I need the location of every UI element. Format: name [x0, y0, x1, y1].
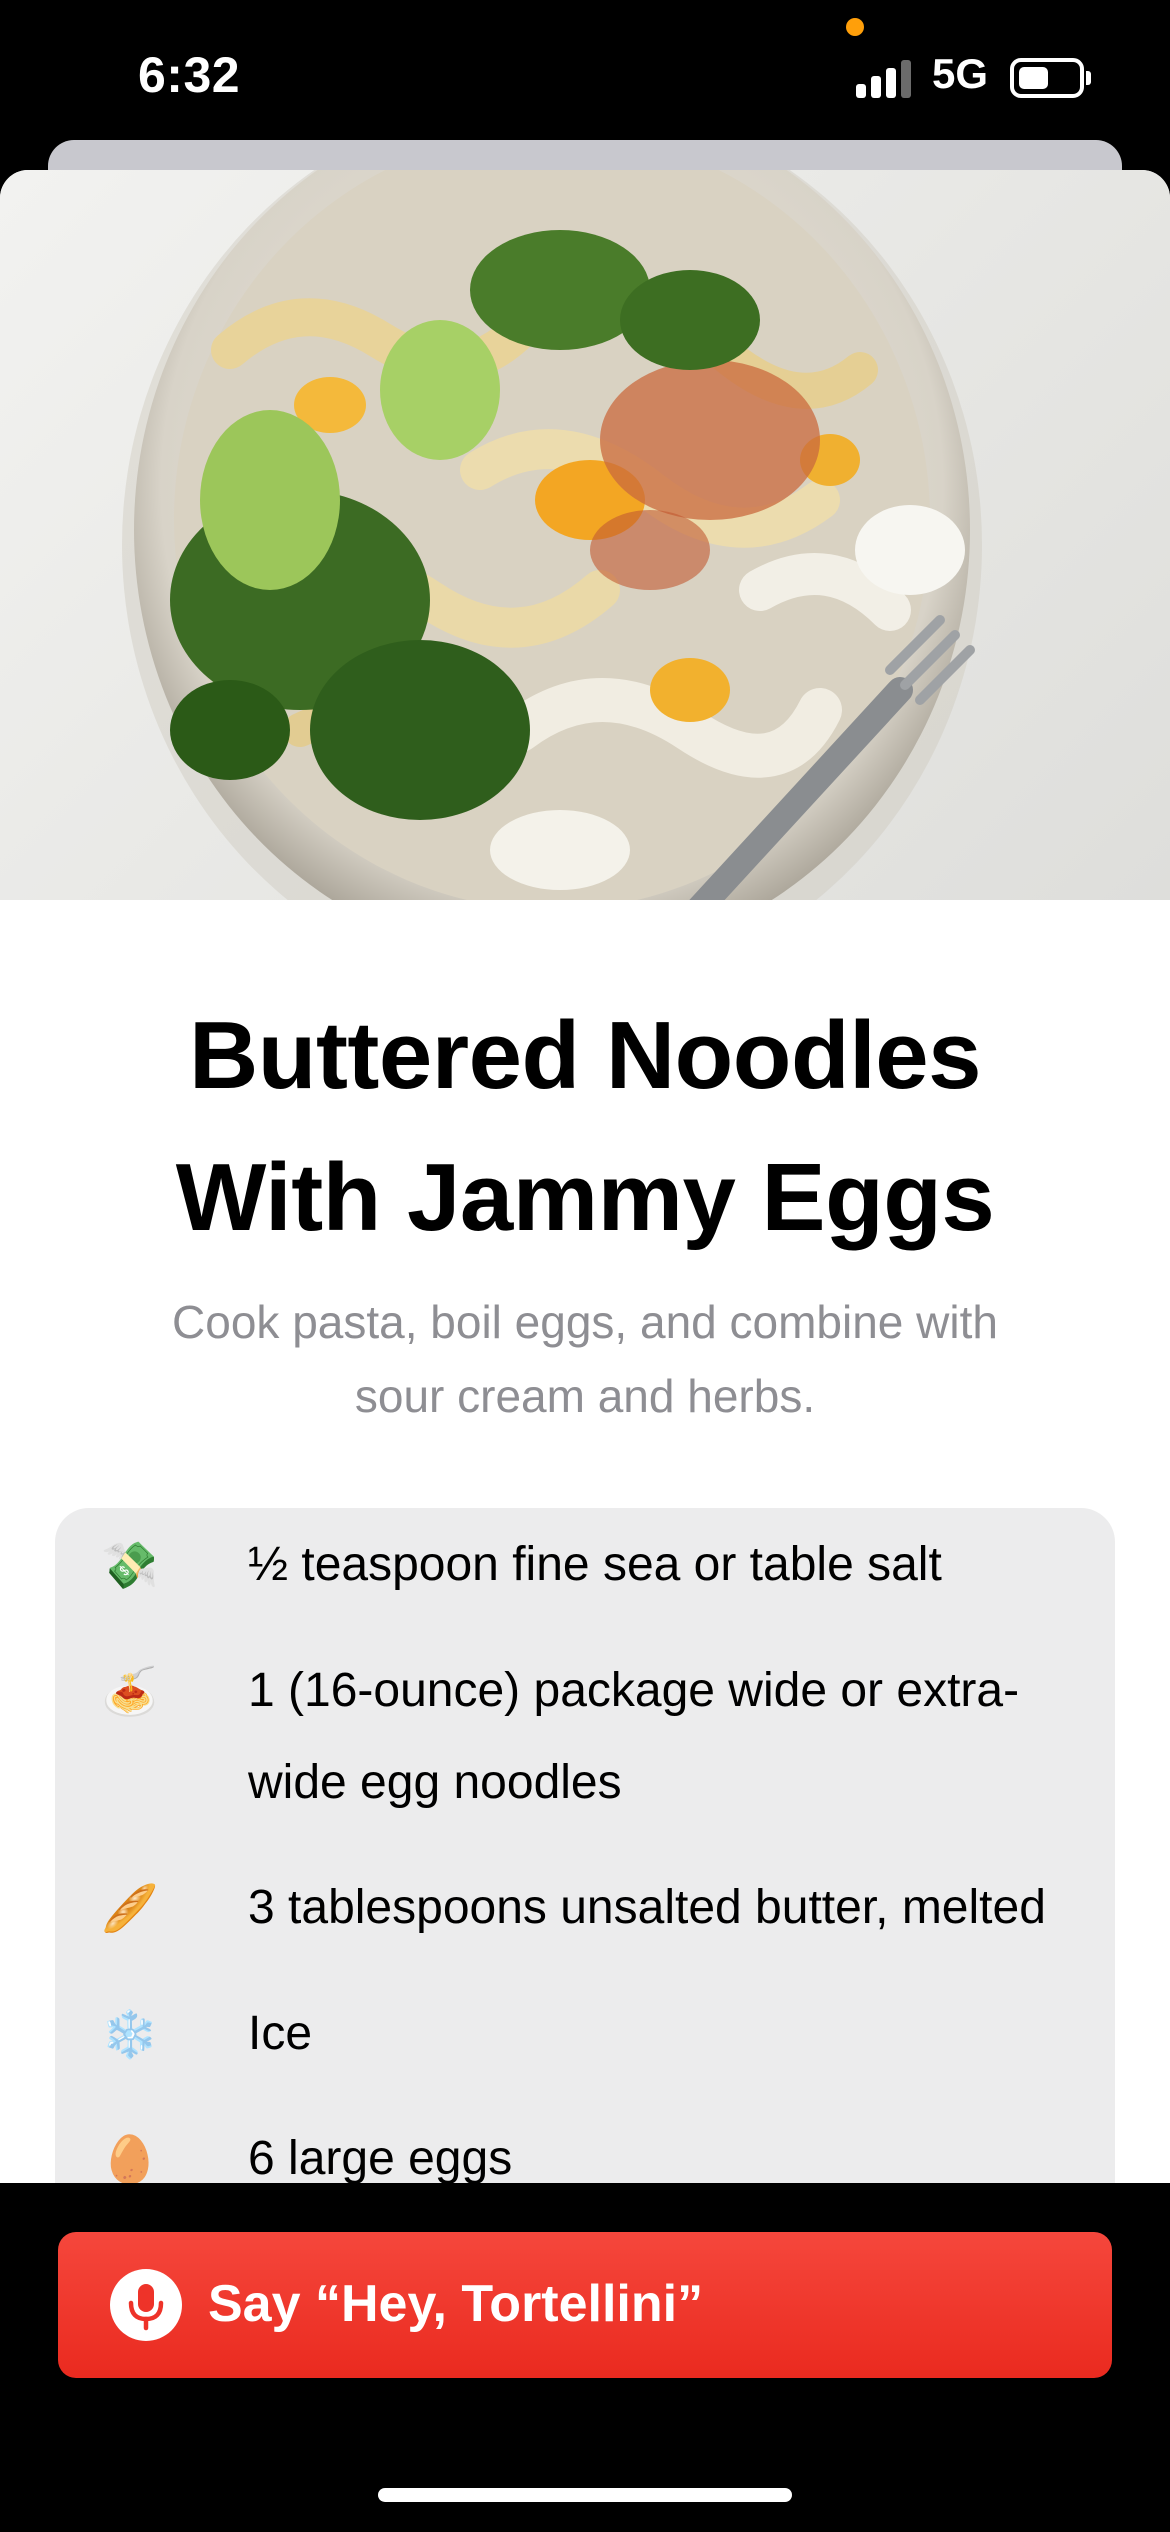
recipe-title: Buttered Noodles With Jammy Eggs: [60, 985, 1110, 1269]
recipe-description-line: sour cream and herbs.: [354, 1370, 816, 1422]
snowflake-icon: ❄️: [101, 2007, 159, 2061]
microphone-icon: [110, 2269, 182, 2341]
voice-command-label: Say “Hey, Tortellini”: [208, 2275, 704, 2333]
ingredient-item: 🍝 1 (16-ounce) package wide or extra- wi…: [100, 1645, 1090, 1835]
recipe-description-line: Cook pasta, boil eggs, and combine with: [172, 1296, 998, 1348]
home-indicator[interactable]: [378, 2488, 792, 2502]
ingredient-text: 3 tablespoons unsalted butter, melted: [248, 1881, 1046, 1934]
ingredient-text: 1 (16-ounce) package wide or extra- wide…: [248, 1645, 1108, 1829]
egg-icon: 🥚: [101, 2132, 159, 2186]
spaghetti-icon: 🍝: [101, 1664, 159, 1718]
ingredient-text: ½ teaspoon fine sea or table salt: [248, 1538, 942, 1591]
ingredient-text-line: 1 (16-ounce) package wide or extra-: [248, 1664, 1020, 1717]
money-with-wings-icon: 💸: [101, 1538, 159, 1592]
cellular-signal-icon: [856, 58, 912, 98]
status-bar: 6:32 5G: [0, 0, 1170, 150]
ingredient-text-line: wide egg noodles: [248, 1756, 622, 1809]
battery-icon: [1010, 58, 1091, 98]
status-time: 6:32: [138, 47, 241, 103]
recipe-sheet[interactable]: Buttered Noodles With Jammy Eggs Cook pa…: [0, 170, 1170, 2190]
privacy-indicator-dot: [846, 18, 864, 36]
noodle-bowl-photo: [122, 170, 982, 900]
recipe-title-line: With Jammy Eggs: [175, 1144, 995, 1251]
recipe-description: Cook pasta, boil eggs, and combine with …: [90, 1285, 1080, 1433]
ingredient-text: 6 large eggs: [248, 2132, 513, 2185]
network-type-label: 5G: [932, 50, 989, 97]
voice-command-button[interactable]: Say “Hey, Tortellini”: [58, 2232, 1112, 2378]
baguette-icon: 🥖: [101, 1881, 159, 1935]
ingredients-list[interactable]: 💸 ½ teaspoon fine sea or table salt 🍝 1 …: [55, 1508, 1115, 2190]
recipe-title-line: Buttered Noodles: [188, 1002, 982, 1109]
ingredient-text: Ice: [248, 2007, 313, 2060]
recipe-photo: [0, 170, 1170, 900]
